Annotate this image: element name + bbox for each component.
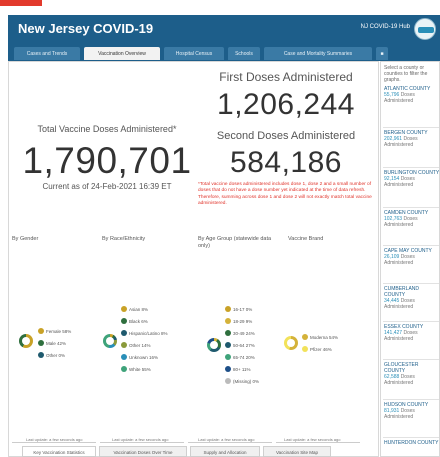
county-doses: 141,427 Doses Administered: [384, 330, 418, 342]
county-doses: 34,445 Doses Administered: [384, 298, 415, 310]
divider: [276, 442, 360, 443]
tab-doses-over-time[interactable]: Vaccination Doses Over Time: [99, 446, 187, 457]
race-section-title: By Race/Ethnicity: [102, 236, 146, 242]
total-doses-value: 1,790,701: [22, 140, 192, 181]
divider: [383, 127, 439, 128]
divider: [100, 442, 184, 443]
tab-cases-and-trends[interactable]: Cases and Trends: [14, 47, 80, 60]
tab-supply-allocation[interactable]: Supply and Allocation: [190, 446, 260, 457]
tab-hospital-census[interactable]: Hospital Census: [164, 47, 224, 60]
total-doses-label: Total Vaccine Doses Administered*: [37, 124, 177, 134]
app-header: New Jersey COVID-19 NJ COVID-19 Hub: [8, 15, 440, 43]
app-title: New Jersey COVID-19: [18, 21, 154, 36]
county-item[interactable]: BERGEN COUNTY 202,961 Doses Administered: [384, 130, 439, 148]
race-donut[interactable]: [103, 334, 117, 348]
divider: [12, 442, 96, 443]
tab-bar: Cases and Trends Vaccination Overview Ho…: [8, 43, 440, 61]
divider: [383, 399, 439, 400]
county-filter-intro: Select a county or counties to filter th…: [384, 65, 428, 83]
divider: [383, 321, 439, 322]
tab-key-vaccination-statistics[interactable]: Key Vaccination Statistics: [22, 446, 96, 457]
tab-vaccination-site-map[interactable]: Vaccination Site Map: [263, 446, 331, 457]
divider: [383, 245, 439, 246]
divider: [383, 167, 439, 168]
county-item[interactable]: GLOUCESTER COUNTY 62,588 Doses Administer…: [384, 362, 439, 386]
county-doses: 81,931 Doses Administered: [384, 408, 415, 420]
county-doses: 92,154 Doses Administered: [384, 176, 415, 188]
as-of-timestamp: Current as of 24-Feb-2021 16:39 ET: [42, 182, 172, 191]
county-doses: 102,763 Doses Administered: [384, 216, 418, 228]
nj-logo-bar: [0, 0, 42, 6]
county-doses: 62,588 Doses Administered: [384, 374, 415, 386]
divider: [383, 283, 439, 284]
county-doses: 55,796 Doses Administered: [384, 92, 415, 104]
divider: [383, 437, 439, 438]
second-doses-value: 584,186: [230, 146, 342, 179]
county-name: GLOUCESTER COUNTY: [384, 362, 419, 374]
county-item[interactable]: ESSEX COUNTY 141,427 Doses Administered: [384, 324, 439, 342]
county-item[interactable]: CAMDEN COUNTY 102,763 Doses Administered: [384, 210, 439, 228]
county-item[interactable]: CAPE MAY COUNTY 26,109 Doses Administered: [384, 248, 439, 266]
bottom-tab-bar: Key Vaccination Statistics Vaccination D…: [22, 446, 380, 457]
dose-footnote: *Total vaccine doses administered includ…: [198, 182, 372, 206]
gender-section-title: By Gender: [12, 236, 39, 242]
county-doses: 26,109 Doses Administered: [384, 254, 415, 266]
county-item[interactable]: BURLINGTON COUNTY 92,154 Doses Administer…: [384, 170, 439, 188]
first-doses-label: First Doses Administered: [219, 70, 353, 84]
divider: [383, 359, 439, 360]
first-doses-value: 1,206,244: [217, 88, 355, 121]
county-item[interactable]: ATLANTIC COUNTY 55,796 Doses Administered: [384, 86, 439, 104]
county-filter-panel: Select a county or counties to filter th…: [380, 61, 440, 457]
second-doses-label: Second Doses Administered: [216, 130, 356, 142]
tab-vaccination-overview[interactable]: Vaccination Overview: [84, 47, 160, 60]
divider: [188, 442, 272, 443]
county-name: CUMBERLAND COUNTY: [384, 286, 420, 298]
hub-logo-icon[interactable]: [414, 18, 436, 40]
tab-more-icon[interactable]: ■: [376, 47, 388, 60]
tab-case-mortality-summaries[interactable]: Case and Mortality Summaries: [264, 47, 372, 60]
divider: [383, 207, 439, 208]
brand-donut[interactable]: [284, 336, 298, 350]
county-item[interactable]: HUDSON COUNTY 81,931 Doses Administered: [384, 402, 439, 420]
top-strip: [0, 0, 440, 14]
county-item[interactable]: CUMBERLAND COUNTY 34,445 Doses Administer…: [384, 286, 439, 310]
gender-donut[interactable]: [19, 334, 33, 348]
county-item[interactable]: HUNTERDON COUNTY: [384, 440, 439, 446]
hub-link-label[interactable]: NJ COVID-19 Hub: [361, 24, 410, 30]
county-name: HUNTERDON COUNTY: [384, 440, 439, 446]
county-doses: 202,961 Doses Administered: [384, 136, 418, 148]
brand-section-title: Vaccine Brand: [288, 236, 324, 242]
age-section-title: By Age Group (statewide data only): [198, 236, 272, 249]
age-donut[interactable]: [207, 338, 221, 352]
tab-schools[interactable]: Schools: [228, 47, 260, 60]
